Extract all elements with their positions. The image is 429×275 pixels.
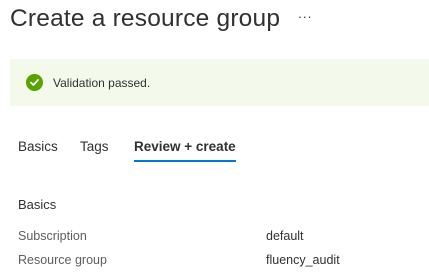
page-header: Create a resource group [10, 2, 280, 36]
resource-group-value: fluency_audit [266, 253, 340, 267]
resource-group-label: Resource group [18, 253, 107, 267]
page-title: Create a resource group [10, 5, 281, 32]
subscription-value: default [266, 229, 304, 243]
subscription-label: Subscription [18, 229, 87, 243]
tab-review-create[interactable]: Review + create [134, 138, 236, 164]
validation-banner: Validation passed. [10, 59, 429, 106]
checkmark-icon [30, 79, 39, 86]
more-options-button[interactable]: ··· [297, 8, 313, 26]
tab-tags[interactable]: Tags [80, 138, 109, 164]
validation-message: Validation passed. [53, 75, 151, 90]
success-check-icon [26, 74, 43, 91]
summary-section-title: Basics [18, 197, 57, 212]
tab-basics[interactable]: Basics [18, 138, 58, 164]
